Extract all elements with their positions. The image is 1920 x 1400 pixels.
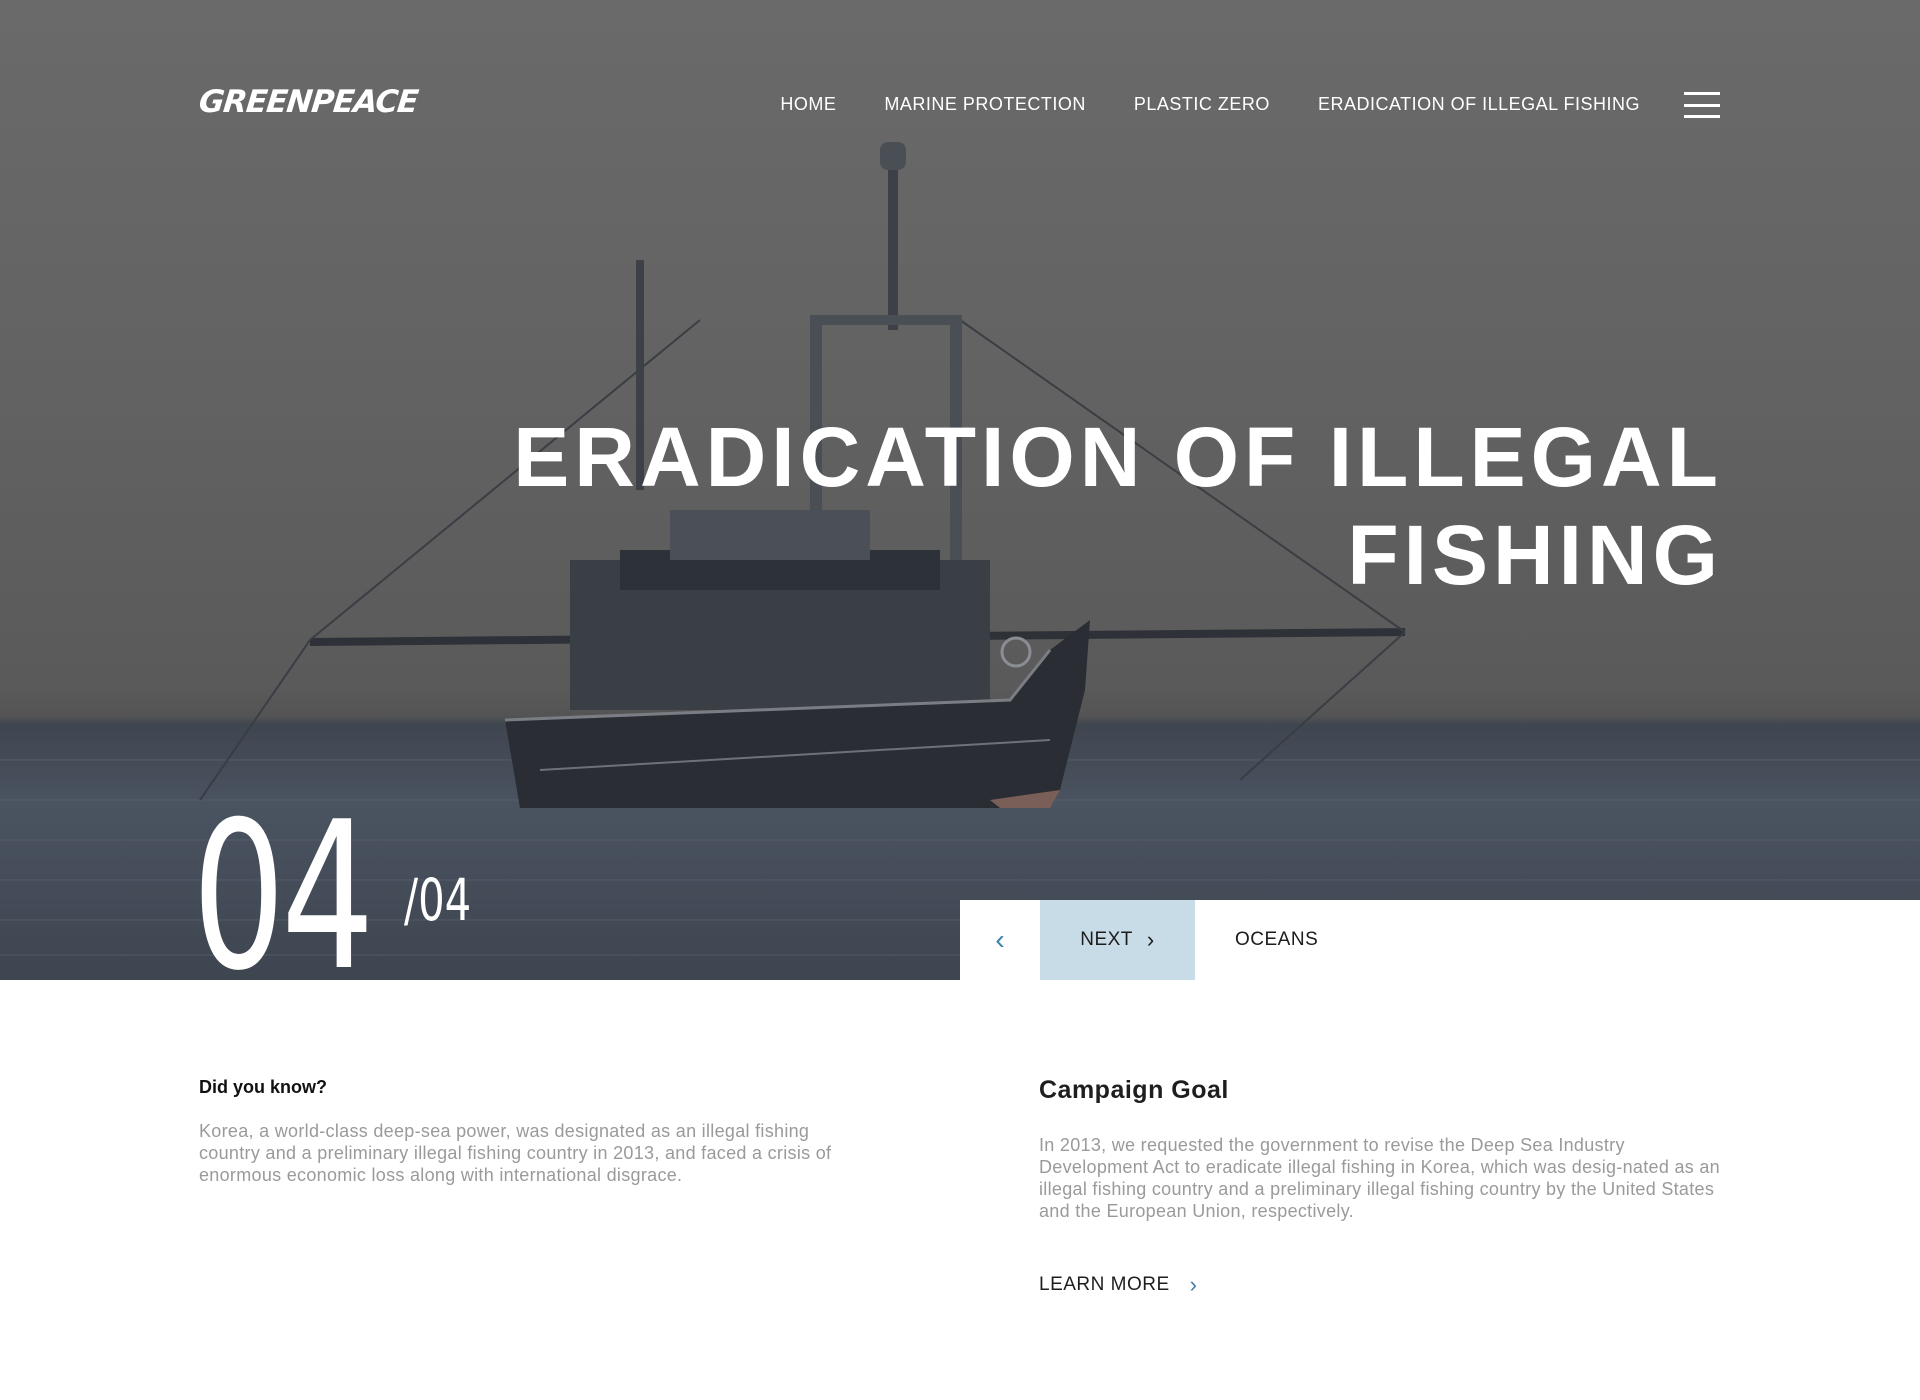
hero-title: ERADICATION OF ILLEGAL FISHING xyxy=(423,408,1723,604)
menu-icon-bar xyxy=(1684,92,1720,95)
campaign-goal-heading: Campaign Goal xyxy=(1039,1076,1229,1104)
nav-plastic-zero[interactable]: PLASTIC ZERO xyxy=(1134,94,1270,115)
learn-more-label: LEARN MORE xyxy=(1039,1274,1170,1295)
hero-title-line-2: FISHING xyxy=(1347,508,1723,602)
hero-section: GREENPEACE HOME MARINE PROTECTION PLASTI… xyxy=(0,0,1920,980)
nav-home[interactable]: HOME xyxy=(780,94,836,115)
slide-total-number: /04 xyxy=(404,866,472,934)
menu-icon[interactable] xyxy=(1684,92,1720,118)
learn-more-link[interactable]: LEARN MORE › xyxy=(1039,1272,1197,1298)
next-slide-label[interactable]: OCEANS xyxy=(1235,929,1318,951)
did-you-know-text: Korea, a world-class deep-sea power, was… xyxy=(199,1121,832,1185)
nav-eradication-of-illegal-fishing[interactable]: ERADICATION OF ILLEGAL FISHING xyxy=(1318,94,1640,115)
hero-title-line-1: ERADICATION OF ILLEGAL xyxy=(513,410,1723,504)
nav-marine-protection[interactable]: MARINE PROTECTION xyxy=(884,94,1086,115)
greenpeace-logo[interactable]: GREENPEACE xyxy=(197,84,419,120)
next-button-label: NEXT xyxy=(1080,929,1133,950)
chevron-left-icon: ‹ xyxy=(995,924,1005,955)
chevron-right-icon: › xyxy=(1189,1272,1198,1297)
chevron-right-icon: › xyxy=(1146,927,1155,952)
prev-slide-button[interactable]: ‹ xyxy=(960,900,1040,980)
did-you-know-heading: Did you know? xyxy=(199,1077,327,1097)
campaign-goal-text: In 2013, we requested the government to … xyxy=(1039,1135,1720,1221)
next-slide-button[interactable]: NEXT › xyxy=(1040,900,1195,980)
slide-current-number: 04 xyxy=(192,779,375,981)
slider-controls: ‹ NEXT › OCEANS xyxy=(960,900,1920,980)
main-nav: HOME MARINE PROTECTION PLASTIC ZERO ERAD… xyxy=(732,94,1640,115)
menu-icon-bar xyxy=(1684,103,1720,107)
menu-icon-bar xyxy=(1684,115,1720,118)
